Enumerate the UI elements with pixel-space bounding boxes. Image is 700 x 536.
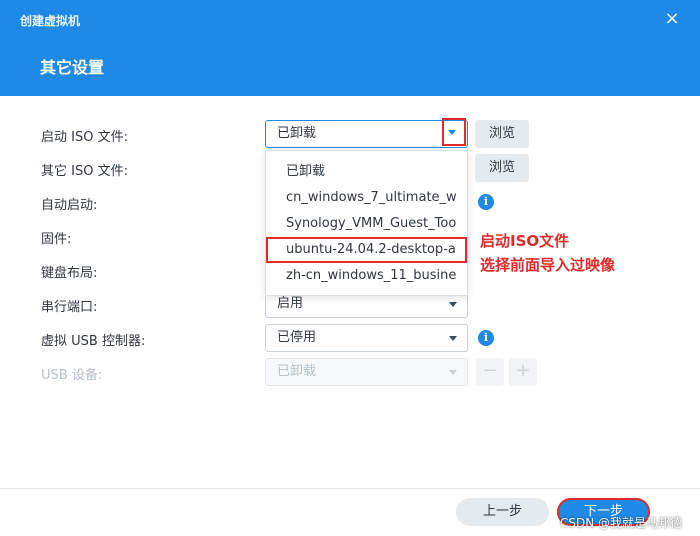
dropdown-item-ubuntu[interactable]: ubuntu-24.04.2-desktop-a — [266, 237, 467, 263]
iso-dropdown-menu: 已卸载 cn_windows_7_ultimate_w Synology_VMM… — [265, 150, 468, 296]
dropdown-item-win11[interactable]: zh-cn_windows_11_busine — [266, 263, 467, 289]
autostart-label: 自动启动: — [41, 198, 98, 213]
window-title: 创建虚拟机 — [20, 14, 81, 28]
chevron-down-icon — [449, 370, 457, 375]
usb-controller-info-icon[interactable]: i — [478, 330, 494, 346]
close-button[interactable]: × — [662, 9, 682, 29]
boot-iso-label: 启动 ISO 文件: — [41, 130, 128, 145]
chevron-down-icon — [449, 336, 457, 341]
dropdown-toggle-highlight[interactable] — [442, 118, 466, 146]
usb-device-label: USB 设备: — [41, 368, 103, 383]
usb-controller-select[interactable]: 已停用 — [265, 324, 468, 352]
dropdown-item-unmounted[interactable]: 已卸载 — [266, 159, 467, 185]
watermark: CSDN @我就是马邦德 — [560, 516, 683, 530]
boot-iso-value: 已卸载 — [277, 126, 317, 141]
usb-device-select[interactable]: 已卸载 — [265, 358, 468, 386]
dialog-header: 创建虚拟机 × 其它设置 — [0, 0, 700, 96]
remove-usb-button[interactable]: − — [476, 358, 504, 386]
autostart-info-icon[interactable]: i — [478, 194, 494, 210]
page-title: 其它设置 — [40, 58, 105, 77]
other-iso-label: 其它 ISO 文件: — [41, 164, 128, 179]
usb-device-value: 已卸载 — [277, 364, 317, 379]
keyboard-label: 键盘布局: — [41, 266, 98, 281]
boot-iso-select[interactable]: 已卸载 — [265, 120, 468, 148]
other-iso-browse-button[interactable]: 浏览 — [475, 154, 529, 182]
add-usb-button[interactable]: + — [509, 358, 537, 386]
dropdown-item-synology-guest[interactable]: Synology_VMM_Guest_Too — [266, 211, 467, 237]
serial-port-label: 串行端口: — [41, 300, 98, 315]
footer-divider — [0, 488, 700, 489]
annotation-line-2: 选择前面导入过映像 — [480, 256, 616, 274]
usb-controller-value: 已停用 — [277, 330, 317, 345]
previous-step-button[interactable]: 上一步 — [456, 498, 549, 526]
usb-controller-label: 虚拟 USB 控制器: — [41, 334, 146, 349]
dropdown-item-win7[interactable]: cn_windows_7_ultimate_w — [266, 185, 467, 211]
boot-iso-browse-button[interactable]: 浏览 — [475, 120, 529, 148]
chevron-down-icon — [448, 130, 456, 135]
firmware-label: 固件: — [41, 232, 72, 247]
serial-port-value: 启用 — [277, 296, 304, 311]
chevron-down-icon — [449, 302, 457, 307]
annotation-line-1: 启动ISO文件 — [480, 232, 570, 250]
